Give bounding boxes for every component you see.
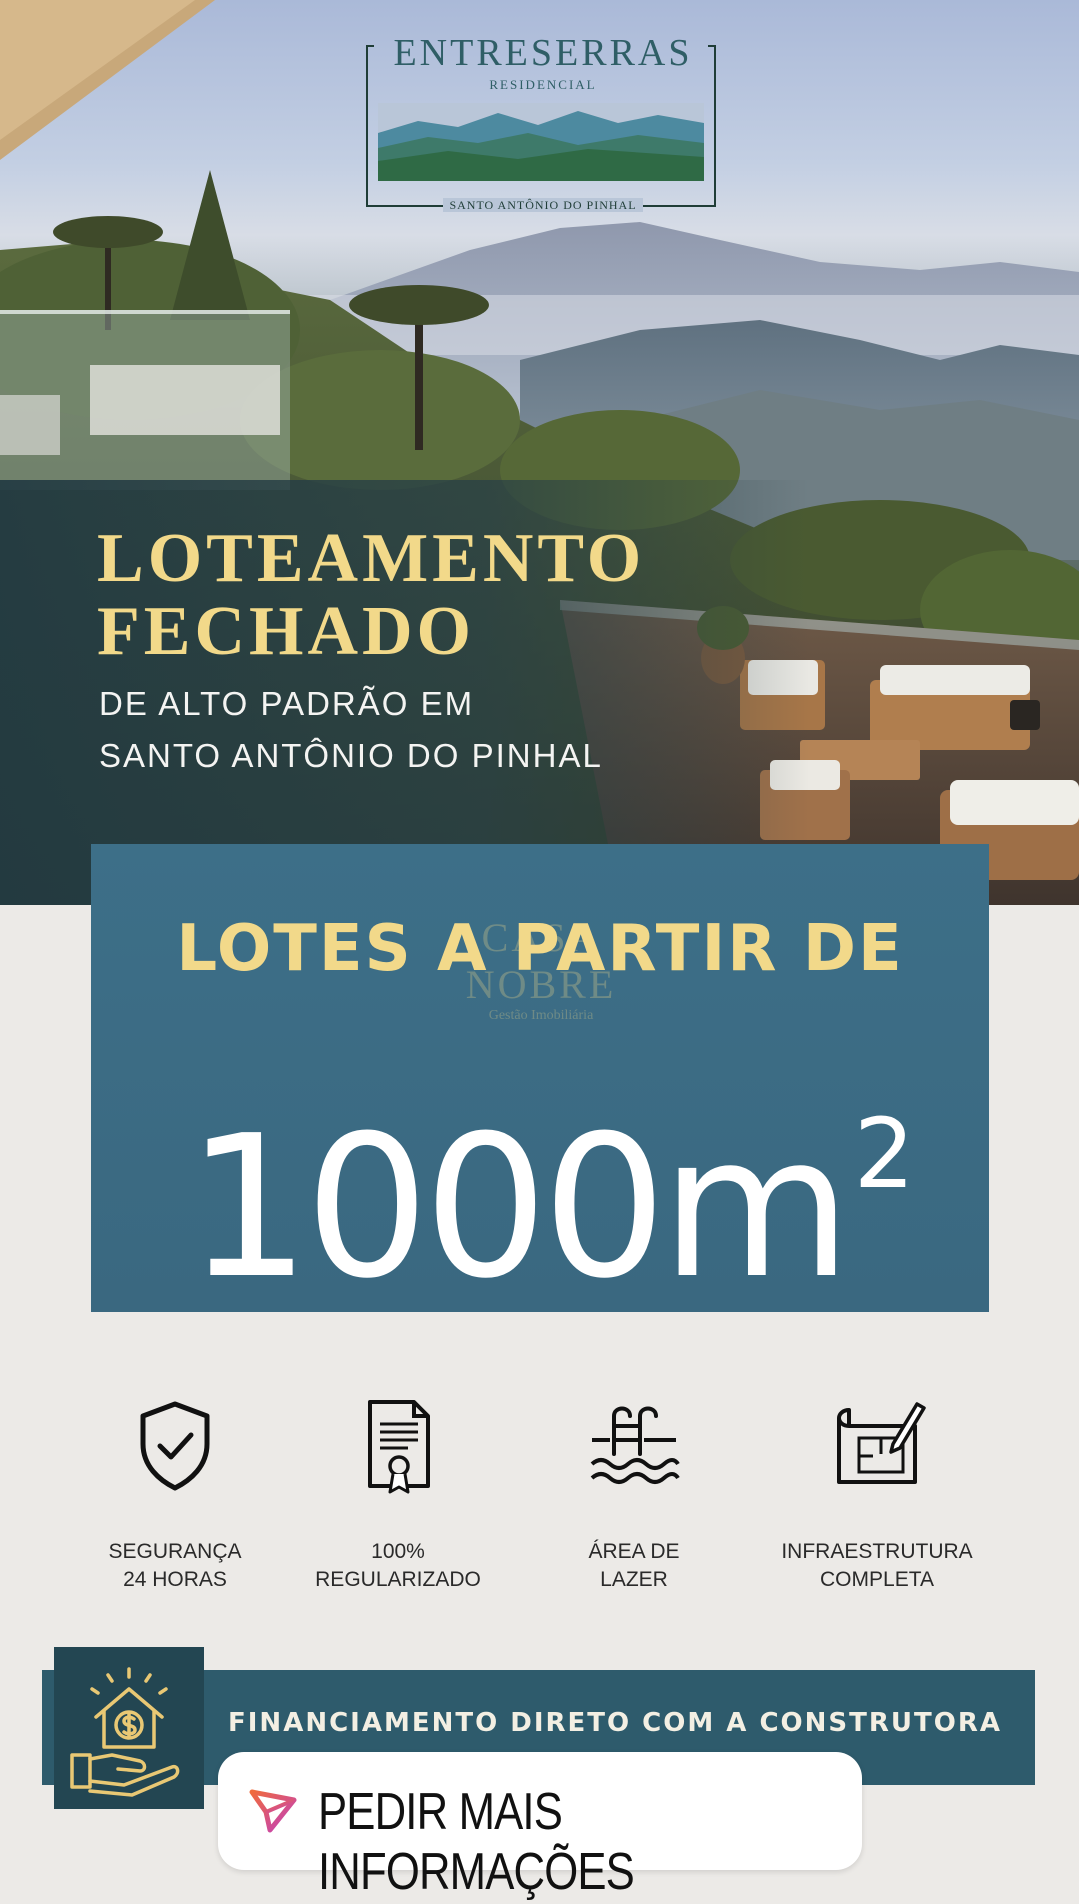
feature-infrastructure-line2: COMPLETA — [820, 1568, 934, 1591]
brand-logo: ENTRESERRAS RESIDENCIAL SANTO ANTÔNIO DO… — [366, 32, 716, 212]
feature-regularized-line2: REGULARIZADO — [315, 1568, 481, 1591]
subline-line2: SANTO ANTÔNIO DO PINHAL — [99, 737, 603, 774]
hero-headline: LOTEAMENTO FECHADO — [97, 522, 645, 668]
headline-line1: LOTEAMENTO — [97, 520, 646, 597]
feature-security-line2: 24 HORAS — [123, 1568, 227, 1591]
pool-ladder-icon — [590, 1406, 680, 1484]
brand-subtitle: RESIDENCIAL — [489, 77, 597, 92]
financing-badge — [54, 1647, 204, 1809]
hero-section: ENTRESERRAS RESIDENCIAL SANTO ANTÔNIO DO… — [0, 0, 1079, 905]
lot-size-value: 1000m2 — [186, 1054, 915, 1308]
feature-leisure-line1: ÁREA DE — [588, 1540, 680, 1563]
feature-security-line1: SEGURANÇA — [108, 1540, 242, 1563]
financing-text: FINANCIAMENTO DIRETO COM A CONSTRUTORA — [228, 1708, 1002, 1738]
logo-mountains-icon — [378, 103, 704, 181]
brand-location: SANTO ANTÔNIO DO PINHAL — [368, 198, 718, 213]
feature-leisure: ÁREA DE LAZER — [519, 1396, 749, 1594]
hero-subline: DE ALTO PADRÃO EM SANTO ANTÔNIO DO PINHA… — [99, 678, 603, 782]
area-number: 1000m — [186, 1094, 852, 1322]
brand-name: ENTRESERRAS — [393, 32, 693, 74]
request-info-button[interactable]: PEDIR MAIS INFORMAÇÕES — [218, 1752, 862, 1901]
blueprint-pencil-icon — [837, 1402, 926, 1484]
feature-leisure-line2: LAZER — [600, 1568, 668, 1591]
feature-regularized: 100% REGULARIZADO — [283, 1396, 513, 1594]
feature-regularized-label: 100% REGULARIZADO — [283, 1538, 513, 1594]
feature-security-label: SEGURANÇA 24 HORAS — [60, 1538, 290, 1594]
feature-leisure-label: ÁREA DE LAZER — [519, 1538, 749, 1594]
send-arrow-icon — [249, 1789, 297, 1833]
lot-size-panel: CASA NOBRE Gestão Imobiliária LOTES A PA… — [91, 844, 989, 1312]
lot-size-title: LOTES A PARTIR DE — [176, 912, 904, 986]
certificate-document-icon — [368, 1400, 430, 1494]
feature-infrastructure: INFRAESTRUTURA COMPLETA — [762, 1396, 992, 1594]
request-info-label: PEDIR MAIS INFORMAÇÕES — [318, 1783, 635, 1901]
feature-regularized-line1: 100% — [371, 1540, 425, 1563]
subline-line1: DE ALTO PADRÃO EM — [99, 685, 475, 722]
feature-infrastructure-line1: INFRAESTRUTURA — [781, 1540, 973, 1563]
area-exponent: 2 — [853, 1098, 915, 1210]
headline-line2: FECHADO — [97, 593, 475, 670]
feature-security: SEGURANÇA 24 HORAS — [60, 1396, 290, 1594]
house-money-hand-icon — [70, 1667, 180, 1797]
watermark-sub: Gestão Imobiliária — [488, 1008, 594, 1023]
feature-infrastructure-label: INFRAESTRUTURA COMPLETA — [762, 1538, 992, 1594]
shield-check-icon — [140, 1401, 210, 1491]
brand-location-text: SANTO ANTÔNIO DO PINHAL — [443, 198, 643, 212]
